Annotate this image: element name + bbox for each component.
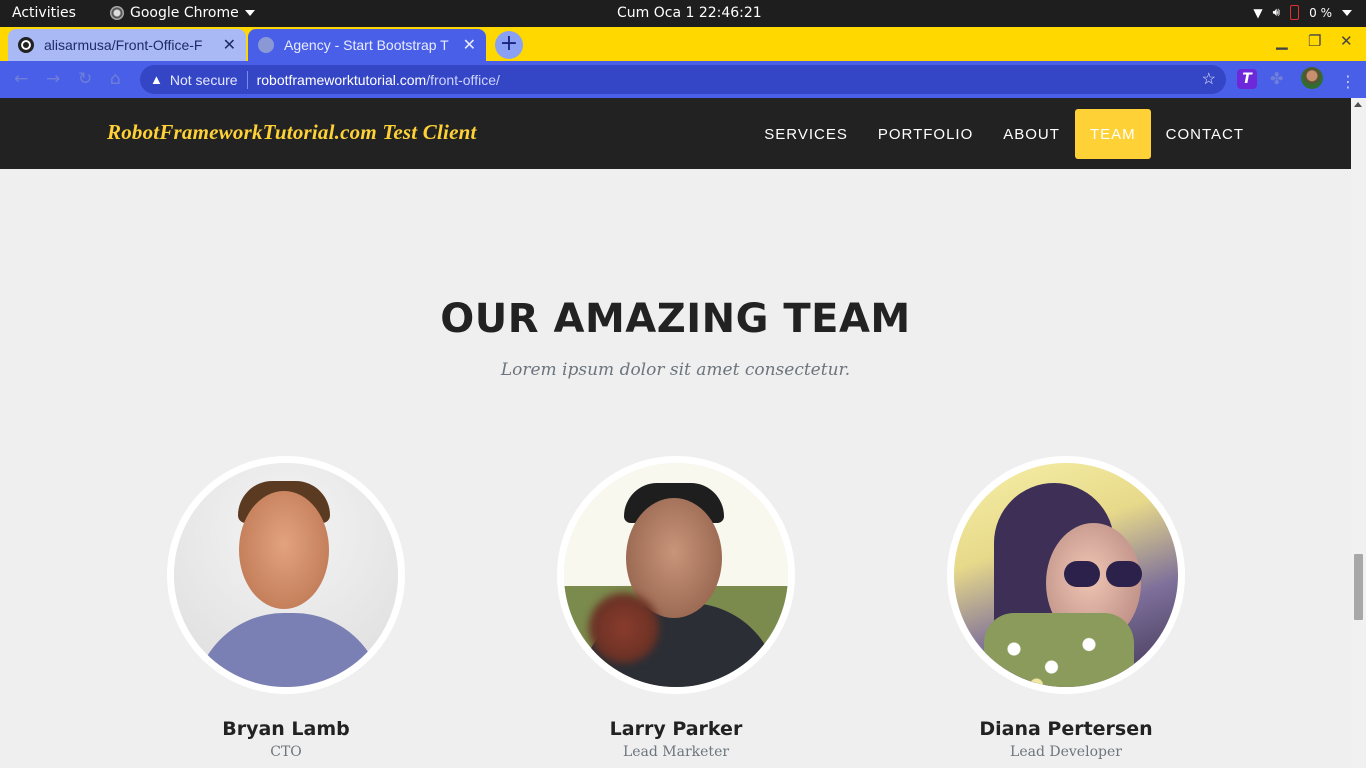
app-menu[interactable]: Google Chrome [110,5,255,21]
scroll-up-icon[interactable] [1354,102,1362,107]
team-member-card: Diana Pertersen Lead Developer [947,456,1185,760]
activities-button[interactable]: Activities [12,5,76,21]
wifi-icon: ▼ [1253,5,1263,20]
member-name: Diana Pertersen [979,718,1153,740]
member-role: CTO [270,744,302,760]
tab-agency[interactable]: Agency - Start Bootstrap T ✕ [248,29,486,61]
member-photo [167,456,405,694]
profile-avatar[interactable] [1301,67,1323,89]
nav-contact[interactable]: CONTACT [1151,109,1259,159]
site-navbar: RobotFrameworkTutorial.com Test Client S… [0,98,1351,169]
member-role: Lead Marketer [622,744,730,760]
home-icon[interactable]: ⌂ [110,69,121,89]
divider [246,70,248,89]
close-icon[interactable]: ✕ [463,35,476,55]
close-window-icon[interactable]: ✕ [1340,32,1353,50]
section-subheading: Lorem ipsum dolor sit amet consectetur. [500,360,851,380]
chevron-down-icon [1342,9,1352,16]
nav-services[interactable]: SERVICES [749,109,863,159]
system-tray[interactable]: ▼ 🔊︎ 0 % [1253,5,1352,20]
team-member-card: Bryan Lamb CTO [167,456,405,760]
member-photo [557,456,795,694]
battery-percent: 0 % [1309,5,1332,20]
site-nav-menu: SERVICES PORTFOLIO ABOUT TEAM CONTACT [749,109,1259,159]
tab-title: alisarmusa/Front-Office-F [44,37,203,53]
github-icon [18,37,34,53]
globe-icon [258,37,274,53]
maximize-icon[interactable]: ❐ [1308,32,1321,50]
tab-strip: alisarmusa/Front-Office-F ✕ Agency - Sta… [0,27,1366,61]
chrome-icon [110,6,124,20]
tab-title: Agency - Start Bootstrap T [284,37,449,53]
volume-icon: 🔊︎ [1272,5,1281,19]
url-path[interactable]: /front-office/ [426,72,500,88]
app-name: Google Chrome [130,5,239,21]
kebab-menu-icon[interactable]: ⋮ [1340,72,1356,92]
member-name: Larry Parker [609,718,743,740]
back-icon[interactable]: ← [14,69,28,89]
forward-icon[interactable]: → [46,69,60,89]
nav-portfolio[interactable]: PORTFOLIO [863,109,988,159]
address-bar[interactable]: ▲ Not secure robotframeworktutorial.com /… [140,65,1226,94]
page-scrollbar[interactable] [1351,98,1366,768]
battery-icon [1290,5,1300,20]
page-viewport: RobotFrameworkTutorial.com Test Client S… [0,98,1366,768]
chevron-down-icon [244,10,255,16]
team-member-card: Larry Parker Lead Marketer [557,456,795,760]
system-top-bar: Activities Google Chrome Cum Oca 1 22:46… [0,0,1366,27]
close-icon[interactable]: ✕ [223,35,236,55]
site-brand[interactable]: RobotFrameworkTutorial.com Test Client [107,120,477,145]
reload-icon[interactable]: ↻ [78,69,92,89]
clock[interactable]: Cum Oca 1 22:46:21 [617,5,762,21]
nav-team[interactable]: TEAM [1074,109,1151,159]
security-label[interactable]: Not secure [170,72,238,88]
warning-icon[interactable]: ▲ [150,72,163,87]
bookmark-star-icon[interactable]: ☆ [1202,69,1216,89]
url-host[interactable]: robotframeworktutorial.com [257,72,427,88]
new-tab-button[interactable]: + [495,31,523,59]
nav-about[interactable]: ABOUT [988,109,1075,159]
scrollbar-thumb[interactable] [1354,554,1363,620]
extension-t-icon[interactable]: T [1237,69,1257,89]
section-heading: OUR AMAZING TEAM [440,296,911,342]
member-name: Bryan Lamb [222,718,350,740]
minimize-icon[interactable]: ▁ [1276,32,1288,50]
member-role: Lead Developer [1010,744,1122,760]
extensions-puzzle-icon[interactable]: ✤ [1270,69,1290,89]
tab-github[interactable]: alisarmusa/Front-Office-F ✕ [8,29,246,61]
member-photo [947,456,1185,694]
browser-toolbar: ← → ↻ ⌂ ▲ Not secure robotframeworktutor… [0,61,1366,98]
